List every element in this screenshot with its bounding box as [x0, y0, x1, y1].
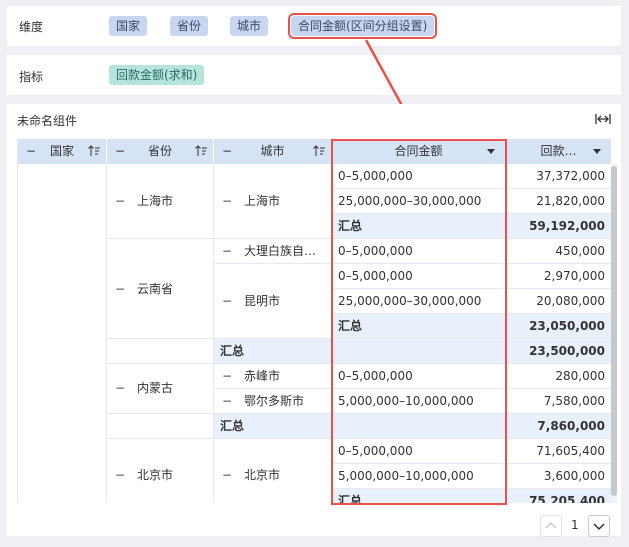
chevron-up-icon	[545, 521, 557, 529]
payment-value-text: 71,605,400	[536, 444, 605, 458]
contract-range-text: 5,000,000–10,000,000	[338, 469, 474, 483]
payment-value-text: 23,500,000	[529, 344, 605, 358]
component-title: 未命名组件	[17, 114, 78, 128]
province-cell: − 云南省	[107, 239, 214, 339]
payment-value-cell: 37,372,000	[506, 164, 612, 189]
contract-range-cell: 5,000,000–10,000,000	[332, 464, 506, 489]
contract-range-cell	[332, 339, 506, 364]
contract-range-text: 0–5,000,000	[338, 244, 413, 258]
province-cell: − 北京市	[107, 439, 214, 503]
collapse-icon[interactable]: −	[222, 389, 232, 413]
collapse-icon[interactable]: −	[115, 463, 125, 487]
collapse-icon[interactable]: −	[222, 189, 232, 213]
payment-value-text: 37,372,000	[536, 169, 605, 183]
city-cell: − 大理白族自…	[214, 239, 332, 264]
payment-value-text: 280,000	[555, 369, 605, 383]
scrollbar-thumb[interactable]	[611, 166, 617, 496]
payment-value-text: 21,820,000	[536, 194, 605, 208]
dropdown-caret-icon[interactable]	[593, 149, 601, 154]
subtotal-cell: 汇总	[214, 339, 332, 364]
sort-icon[interactable]	[313, 145, 325, 157]
payment-value-text: 3,600,000	[543, 469, 605, 483]
header-country[interactable]: − 国家	[18, 139, 107, 164]
contract-range-text: 汇总	[338, 494, 363, 503]
contract-range-text: 汇总	[338, 219, 363, 233]
header-payment[interactable]: 回款…	[506, 139, 612, 164]
collapse-icon[interactable]: −	[115, 277, 125, 301]
contract-range-text: 25,000,000–30,000,000	[338, 194, 482, 208]
scrollbar[interactable]	[611, 164, 617, 503]
next-page-button[interactable]	[588, 515, 610, 537]
city-cell: − 北京市	[214, 439, 332, 503]
subtotal-cell: 汇总	[214, 414, 332, 439]
city-cell: − 鄂尔多斯市	[214, 389, 332, 414]
contract-range-cell: 25,000,000–30,000,000	[332, 289, 506, 314]
contract-range-cell: 5,000,000–10,000,000	[332, 389, 506, 414]
collapse-icon[interactable]: −	[222, 239, 232, 263]
chevron-down-icon	[593, 523, 605, 531]
city-cell: − 上海市	[214, 164, 332, 239]
contract-range-text: 0–5,000,000	[338, 169, 413, 183]
payment-value-cell: 23,500,000	[506, 339, 612, 364]
province-spacer	[107, 414, 214, 439]
contract-range-text: 0–5,000,000	[338, 369, 413, 383]
payment-value-text: 20,080,000	[536, 294, 605, 308]
sort-icon[interactable]	[195, 145, 207, 157]
contract-range-cell: 汇总	[332, 214, 506, 239]
contract-range-cell: 0–5,000,000	[332, 239, 506, 264]
dropdown-caret-icon[interactable]	[487, 149, 495, 154]
payment-value-text: 7,580,000	[543, 394, 605, 408]
contract-range-cell: 25,000,000–30,000,000	[332, 189, 506, 214]
province-cell: − 内蒙古	[107, 364, 214, 414]
payment-value-cell: 71,605,400	[506, 439, 612, 464]
city-cell: − 赤峰市	[214, 364, 332, 389]
contract-range-cell: 0–5,000,000	[332, 164, 506, 189]
payment-value-cell: 280,000	[506, 364, 612, 389]
contract-range-cell: 0–5,000,000	[332, 264, 506, 289]
collapse-icon[interactable]: −	[115, 376, 125, 400]
payment-value-cell: 75,205,400	[506, 489, 612, 503]
payment-value-cell: 20,080,000	[506, 289, 612, 314]
collapse-icon[interactable]: −	[115, 189, 125, 213]
payment-value-cell: 7,860,000	[506, 414, 612, 439]
collapse-icon[interactable]: −	[222, 289, 232, 313]
contract-range-text: 5,000,000–10,000,000	[338, 394, 474, 408]
header-province[interactable]: − 省份	[107, 139, 214, 164]
province-spacer	[107, 339, 214, 364]
payment-value-text: 23,050,000	[529, 319, 605, 333]
header-contract-amount[interactable]: 合同金额	[332, 139, 506, 164]
payment-value-cell: 7,580,000	[506, 389, 612, 414]
contract-range-cell: 汇总	[332, 489, 506, 503]
contract-range-cell: 汇总	[332, 314, 506, 339]
contract-range-text: 汇总	[338, 319, 363, 333]
contract-range-text: 0–5,000,000	[338, 444, 413, 458]
horizontal-expand-icon[interactable]	[595, 112, 611, 126]
payment-value-cell: 21,820,000	[506, 189, 612, 214]
header-city[interactable]: − 城市	[214, 139, 332, 164]
payment-value-text: 7,860,000	[537, 419, 605, 433]
contract-range-cell: 0–5,000,000	[332, 439, 506, 464]
collapse-icon[interactable]: −	[222, 364, 232, 388]
sort-icon[interactable]	[88, 145, 100, 157]
city-cell: − 昆明市	[214, 264, 332, 339]
payment-value-cell: 2,970,000	[506, 264, 612, 289]
contract-range-text: 25,000,000–30,000,000	[338, 294, 482, 308]
payment-value-text: 2,970,000	[543, 269, 605, 283]
payment-value-cell: 59,192,000	[506, 214, 612, 239]
prev-page-button[interactable]	[540, 515, 562, 537]
collapse-icon[interactable]: −	[222, 463, 232, 487]
contract-range-cell	[332, 414, 506, 439]
page-number: 1	[571, 518, 579, 532]
contract-range-text: 0–5,000,000	[338, 269, 413, 283]
contract-range-cell: 0–5,000,000	[332, 364, 506, 389]
payment-value-text: 59,192,000	[529, 219, 605, 233]
province-cell: − 上海市	[107, 164, 214, 239]
payment-value-text: 450,000	[555, 244, 605, 258]
pivot-table: − 国家 − 省份 − 城市 合同金额 回款… − 上海市 − 云南省 − 内蒙…	[17, 139, 612, 503]
payment-value-cell: 23,050,000	[506, 314, 612, 339]
payment-value-cell: 450,000	[506, 239, 612, 264]
payment-value-cell: 3,600,000	[506, 464, 612, 489]
country-cell	[18, 164, 107, 503]
payment-value-text: 75,205,400	[529, 494, 605, 503]
